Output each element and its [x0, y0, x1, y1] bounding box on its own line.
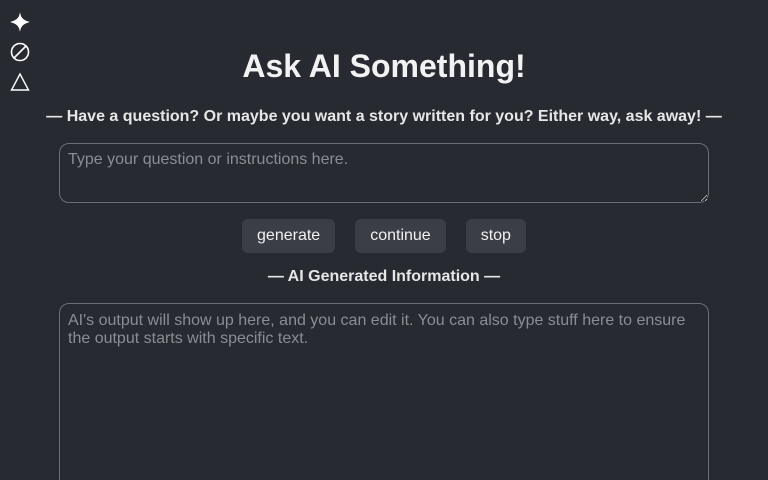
prompt-input[interactable]: [59, 143, 709, 203]
page-subtitle: — Have a question? Or maybe you want a s…: [46, 108, 722, 125]
output-textarea[interactable]: [59, 303, 709, 480]
page-title: Ask AI Something!: [242, 48, 526, 84]
action-buttons: generate continue stop: [0, 219, 768, 253]
continue-button[interactable]: continue: [355, 219, 446, 253]
app-page: Ask AI Something! — Have a question? Or …: [0, 0, 768, 480]
stop-button[interactable]: stop: [465, 219, 526, 253]
sparkle-icon[interactable]: [9, 11, 31, 33]
output-heading: — AI Generated Information —: [267, 268, 501, 285]
generate-button[interactable]: generate: [242, 219, 336, 253]
